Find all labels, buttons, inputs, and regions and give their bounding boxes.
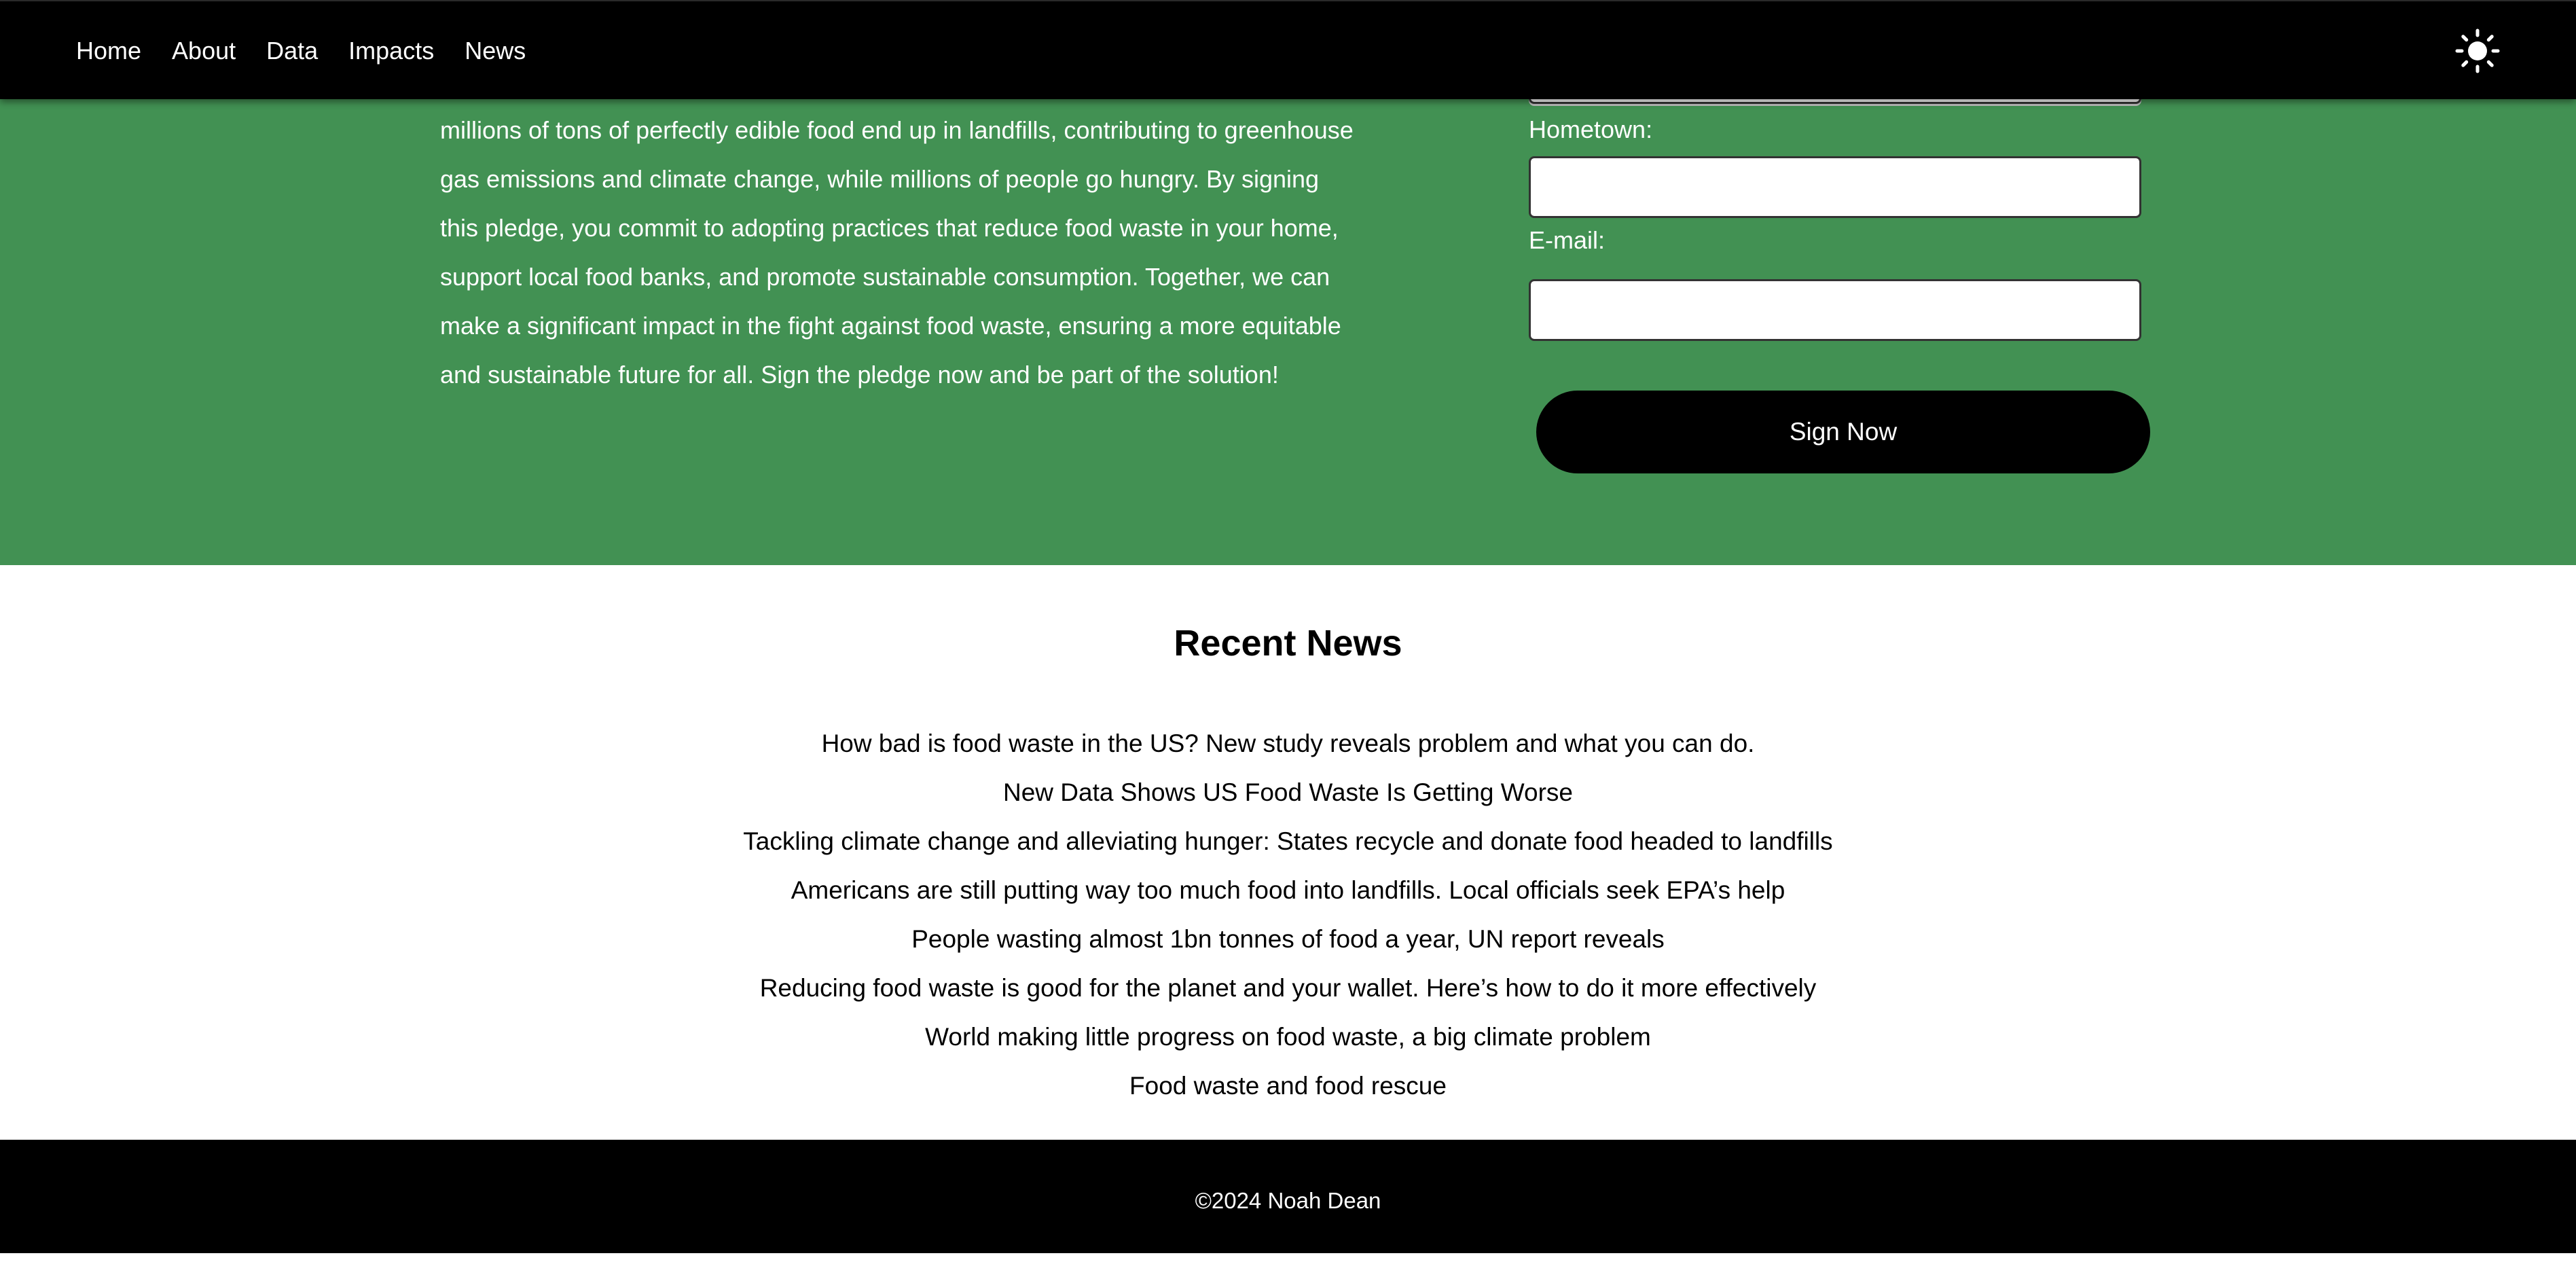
nav-link-data[interactable]: Data [266, 37, 318, 65]
news-list: How bad is food waste in the US? New stu… [0, 719, 2576, 1111]
page-footer: ©2024 Noah Dean [0, 1140, 2576, 1253]
email-input[interactable] [1529, 279, 2141, 341]
theme-toggle-button[interactable] [2455, 29, 2500, 73]
news-item[interactable]: Americans are still putting way too much… [0, 866, 2576, 915]
news-item[interactable]: People wasting almost 1bn tonnes of food… [0, 915, 2576, 964]
news-item[interactable]: Food waste and food rescue [0, 1062, 2576, 1111]
hometown-input[interactable] [1529, 156, 2141, 218]
copyright-text: ©2024 Noah Dean [1195, 1188, 1381, 1213]
sun-icon [2455, 29, 2500, 73]
nav-link-about[interactable]: About [172, 37, 236, 65]
nav-link-impacts[interactable]: Impacts [348, 37, 434, 65]
news-item[interactable]: Reducing food waste is good for the plan… [0, 964, 2576, 1013]
news-item[interactable]: Tackling climate change and alleviating … [0, 817, 2576, 866]
news-section: Recent News How bad is food waste in the… [0, 565, 2576, 1140]
nav-links: Home About Data Impacts News [76, 1, 526, 101]
hometown-label: Hometown: [1529, 115, 1653, 143]
sign-now-button[interactable]: Sign Now [1536, 391, 2150, 473]
nav-link-home[interactable]: Home [76, 37, 141, 65]
news-item[interactable]: How bad is food waste in the US? New stu… [0, 719, 2576, 768]
nav-link-news[interactable]: News [465, 37, 526, 65]
news-item[interactable]: New Data Shows US Food Waste Is Getting … [0, 768, 2576, 817]
pledge-description: millions of tons of perfectly edible foo… [440, 116, 1354, 389]
news-heading: Recent News [1174, 623, 1402, 664]
email-label: E-mail: [1529, 226, 1606, 254]
news-item[interactable]: World making little progress on food was… [0, 1013, 2576, 1062]
top-navbar: Home About Data Impacts News [0, 0, 2576, 99]
